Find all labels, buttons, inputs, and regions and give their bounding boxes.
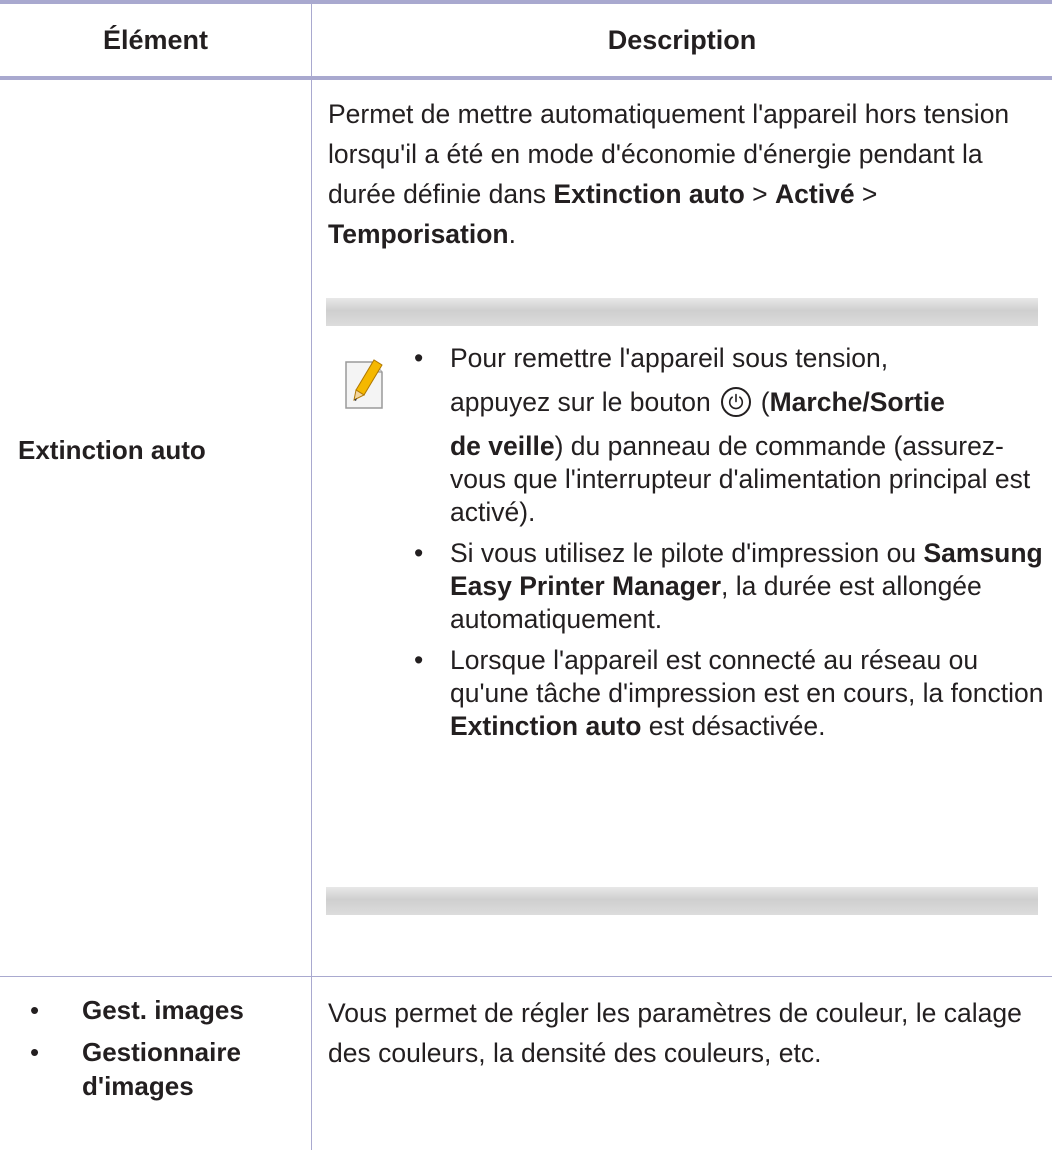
bullet: • bbox=[414, 343, 424, 373]
list-item: • Lorsque l'appareil est connecté au rés… bbox=[414, 645, 1044, 741]
note-bar-bottom bbox=[326, 887, 1038, 915]
note-box: • Pour remettre l'appareil sous tension,… bbox=[312, 298, 1052, 915]
bullet: • bbox=[414, 538, 424, 568]
description-cell: Permet de mettre automatiquement l'appar… bbox=[312, 80, 1052, 976]
table-row: Extinction auto Permet de mettre automat… bbox=[0, 80, 1052, 977]
table-row: • Gest. images • Gestionnaire d'images Vou… bbox=[0, 977, 1052, 1150]
description-text: Permet de mettre automatiquement l'appar… bbox=[328, 99, 1010, 249]
bullet: • bbox=[30, 995, 40, 1025]
item-label-extinction-auto: Extinction auto bbox=[18, 435, 206, 465]
description-text: Vous permet de régler les paramètres de … bbox=[328, 998, 1022, 1068]
description-cell: Vous permet de régler les paramètres de … bbox=[312, 977, 1052, 1150]
bullet: • bbox=[414, 645, 424, 675]
item-cell: Extinction auto bbox=[0, 80, 312, 976]
list-item: • Gestionnaire d'images bbox=[30, 1037, 241, 1101]
list-item: • Si vous utilisez le pilote d'impressio… bbox=[414, 538, 1043, 634]
note-list: • Pour remettre l'appareil sous tension,… bbox=[414, 342, 1044, 751]
list-item: • Gest. images bbox=[30, 995, 244, 1025]
settings-table: Élément Description Extinction auto Perm… bbox=[0, 0, 1052, 1150]
note-pencil-icon bbox=[342, 354, 390, 414]
list-item: • Pour remettre l'appareil sous tension,… bbox=[414, 343, 1031, 527]
note-bar-top bbox=[326, 298, 1038, 326]
item-label-list: • Gest. images • Gestionnaire d'images bbox=[0, 993, 311, 1111]
header-description: Description bbox=[607, 24, 757, 55]
bullet: • bbox=[30, 1037, 40, 1067]
header-element: Élément bbox=[0, 4, 312, 76]
item-cell: • Gest. images • Gestionnaire d'images bbox=[0, 977, 312, 1150]
table-header: Élément Description bbox=[0, 4, 1052, 80]
power-icon bbox=[720, 387, 751, 417]
